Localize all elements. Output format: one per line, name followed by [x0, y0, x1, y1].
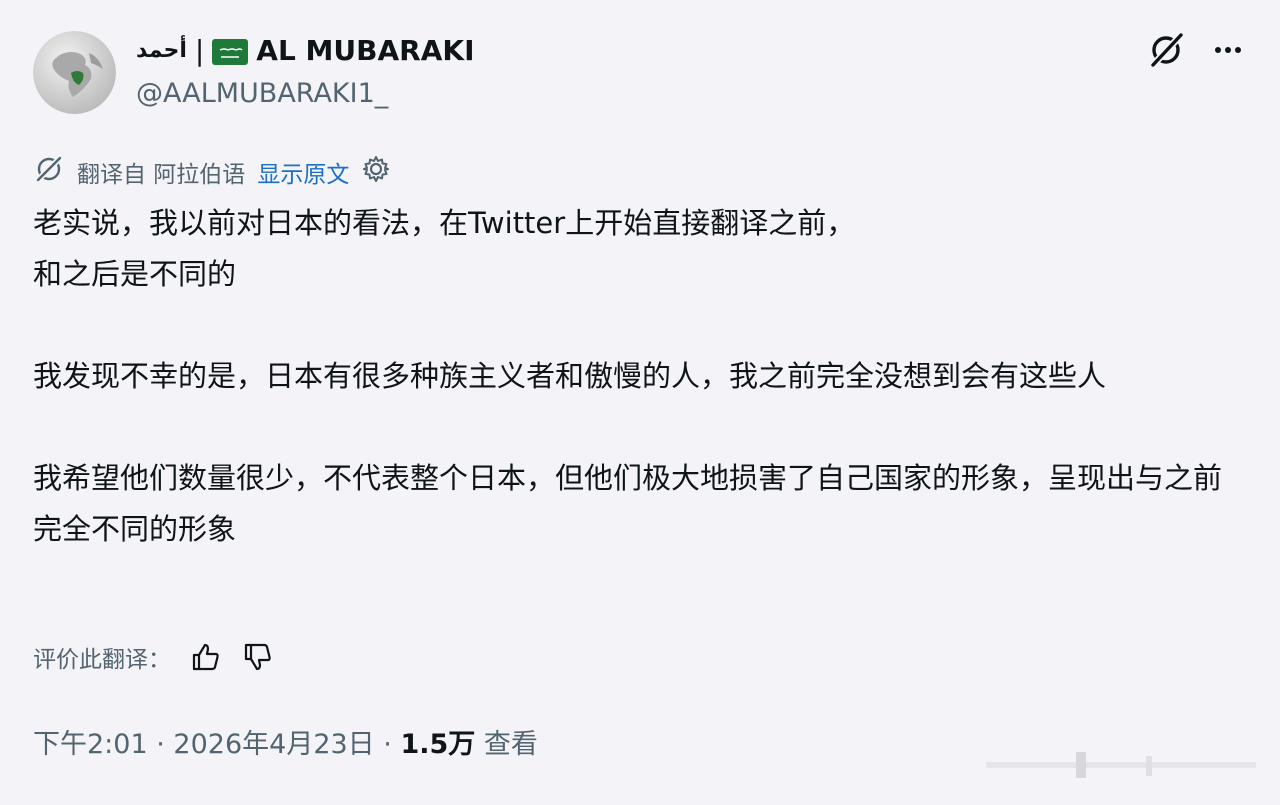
avatar[interactable]	[33, 31, 116, 114]
gear-icon[interactable]	[361, 154, 391, 190]
watermark-stripes	[986, 752, 1256, 778]
thumbs-down-icon[interactable]	[241, 640, 275, 674]
tweet-meta: 下午2:01 · 2026年4月23日 · 1.5万 查看	[33, 722, 538, 761]
display-name-row[interactable]: أحمد | AL MUBARAKI	[136, 34, 475, 67]
translate-icon	[33, 153, 65, 191]
rate-translation-label: 评价此翻译：	[33, 647, 171, 673]
tweet-time[interactable]: 下午2:01	[33, 729, 148, 760]
name-separator: |	[194, 34, 205, 67]
meta-dot: ·	[383, 729, 392, 760]
header-actions	[1146, 30, 1248, 70]
translation-bar: 翻译自 阿拉伯语 显示原文	[33, 153, 391, 191]
more-options-icon[interactable]	[1208, 30, 1248, 70]
tweet-paragraph-2: 我发现不幸的是，日本有很多种族主义者和傲慢的人，我之前完全没想到会有这些人	[33, 359, 1107, 393]
saudi-flag-icon	[212, 38, 249, 65]
display-name-english: AL MUBARAKI	[256, 34, 475, 67]
views-label: 查看	[483, 729, 538, 760]
rate-translation-row: 评价此翻译：	[33, 640, 275, 674]
display-name-arabic: أحمد	[136, 38, 187, 63]
tweet-paragraph-3: 我希望他们数量很少，不代表整个日本，但他们极大地损害了自己国家的形象，呈现出与之…	[33, 461, 1223, 546]
tweet-paragraph-1: 老实说，我以前对日本的看法，在Twitter上开始直接翻译之前， 和之后是不同的	[33, 206, 856, 291]
show-original-link[interactable]: 显示原文	[257, 155, 349, 189]
tweet-body: 老实说，我以前对日本的看法，在Twitter上开始直接翻译之前， 和之后是不同的…	[33, 198, 1248, 555]
grok-icon[interactable]	[1146, 30, 1186, 70]
tweet-date[interactable]: 2026年4月23日	[173, 729, 374, 760]
translated-from-label: 翻译自 阿拉伯语	[77, 162, 246, 188]
views-count: 1.5万	[400, 729, 476, 760]
thumbs-up-icon[interactable]	[189, 640, 223, 674]
meta-dot: ·	[156, 729, 165, 760]
user-handle[interactable]: @AALMUBARAKI1_	[136, 78, 388, 109]
globe-avatar-image	[33, 31, 116, 114]
